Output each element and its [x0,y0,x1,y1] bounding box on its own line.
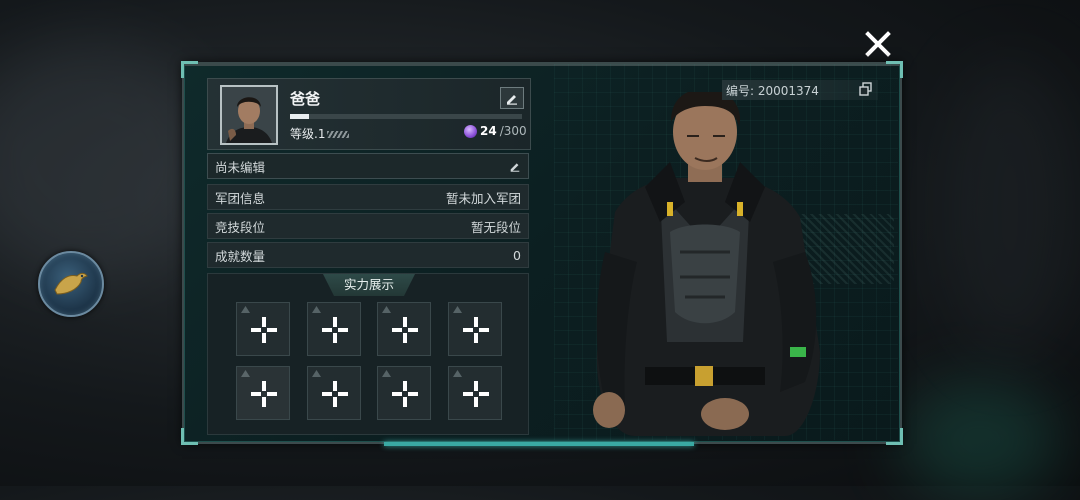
pencil-icon [507,95,517,105]
rank-row[interactable]: 竞技段位 暂无段位 [207,213,529,239]
showcase-slot[interactable] [306,302,361,356]
slot-badge-icon [452,370,462,377]
showcase-slot[interactable] [377,366,431,420]
legion-row[interactable]: 军团信息 暂未加入军团 [207,184,529,210]
achievements-value: 0 [513,247,521,263]
plus-icon [462,381,489,407]
panel-bottom-glow [384,442,694,446]
achievements-label: 成就数量 [215,248,266,264]
showcase-slot[interactable] [236,366,290,420]
avatar[interactable] [220,85,278,145]
slot-badge-icon [311,370,321,377]
showcase-slot[interactable] [236,302,290,356]
plus-icon [392,381,418,407]
player-id-text: 编号: 20001374 [726,83,819,98]
copy-icon [859,82,872,96]
signature-text: 尚未编辑 [215,159,266,175]
slot-badge-icon [241,370,250,377]
achievements-row[interactable]: 成就数量 0 [207,242,529,268]
energy-current: 24 [480,124,497,138]
energy-max: /300 [499,124,527,138]
copy-id-button[interactable] [858,81,874,97]
showcase-slot[interactable] [377,302,431,356]
experience-bar [290,114,522,119]
profile-card: 爸爸 等级.1 24/300 [207,78,531,150]
plus-icon [251,317,277,343]
slot-badge-icon [311,306,321,313]
player-id: 编号: 20001374 [722,80,878,100]
showcase-slot[interactable] [447,302,502,356]
player-name: 爸爸 [290,90,321,108]
slot-badge-icon [241,306,250,313]
slot-badge-icon [382,370,391,377]
pencil-icon [510,163,520,172]
close-button[interactable] [864,30,892,58]
background-blur [940,60,1080,360]
showcase-title: 实力展示 [323,274,415,296]
avatar-portrait [222,87,276,143]
rank-value: 暂无段位 [470,219,521,235]
slot-badge-icon [382,306,391,313]
signature-row[interactable]: 尚未编辑 [207,153,529,179]
background-blur [900,380,1060,500]
side-emblem-button[interactable] [38,251,104,317]
plus-icon [321,317,348,343]
plus-icon [392,317,418,343]
level-label: 等级.1 [290,127,326,141]
showcase-slot[interactable] [306,366,361,420]
plus-icon [321,381,348,407]
close-x-icon [865,31,891,57]
character-portrait [593,92,820,436]
showcase-slot[interactable] [447,366,502,420]
legion-value: 暂未加入军团 [445,190,521,206]
bird-emblem-icon [54,272,88,295]
legion-label: 军团信息 [215,190,266,206]
level-stripes-decoration [327,131,350,138]
panel-corner [181,61,198,78]
plus-icon [251,381,277,407]
rank-label: 竞技段位 [215,219,266,235]
energy-counter: 24/300 [464,124,527,138]
edit-name-button[interactable] [500,87,524,109]
plus-icon [462,317,489,343]
level-text: 等级.1 [290,125,350,142]
experience-bar-fill [290,114,309,119]
panel-corner [181,428,198,445]
showcase-section: 实力展示 [207,273,529,435]
purple-gem-icon [464,124,477,138]
slot-badge-icon [452,306,462,313]
